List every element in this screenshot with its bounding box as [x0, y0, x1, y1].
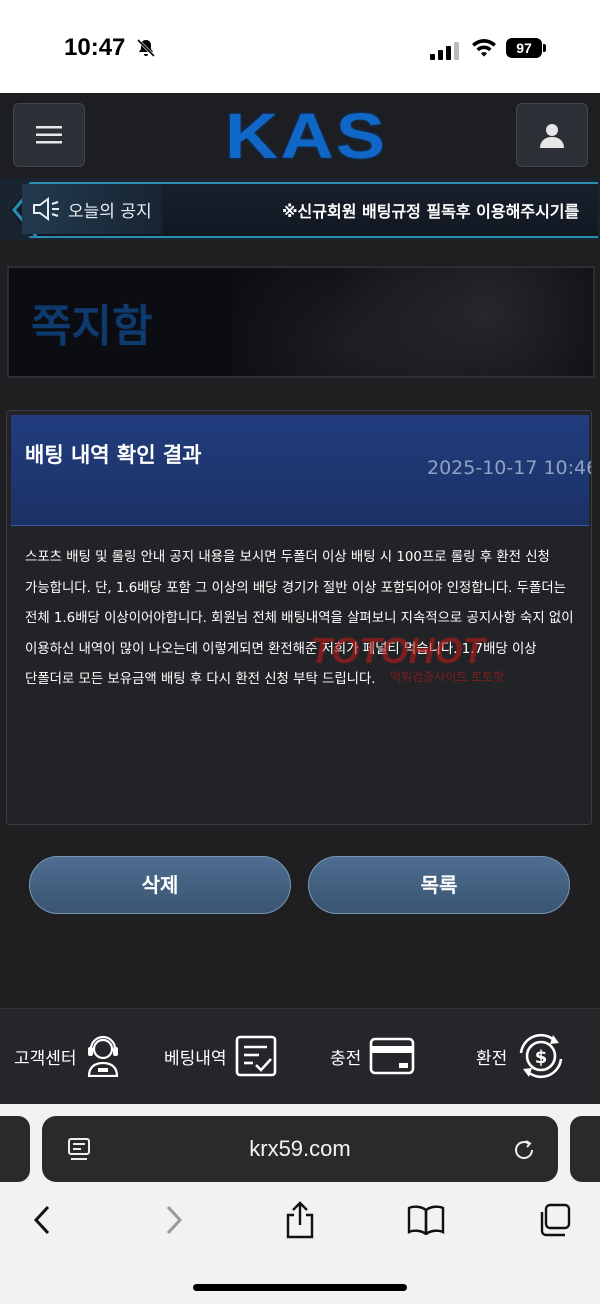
message-date: 2025-10-17 10:46: [427, 457, 592, 479]
tabs-icon: [540, 1203, 571, 1237]
nav-label: 베팅내역: [164, 1048, 227, 1069]
betting-slip-icon: [235, 1035, 276, 1077]
previous-tab-preview[interactable]: [0, 1116, 30, 1182]
nav-item-withdraw[interactable]: 환전 $: [476, 1031, 567, 1081]
site-header: KAS: [0, 93, 600, 178]
notice-label: 오늘의 공지: [68, 201, 152, 222]
site-logo[interactable]: KAS: [225, 101, 387, 171]
nav-item-deposit[interactable]: 충전: [330, 1031, 415, 1081]
home-indicator: [193, 1284, 407, 1291]
reload-icon[interactable]: [512, 1138, 536, 1162]
silent-bell-icon: [136, 38, 156, 58]
nav-item-betting-history[interactable]: 베팅내역: [164, 1031, 277, 1081]
book-icon: [407, 1205, 445, 1235]
nav-item-customer-center[interactable]: 고객센터: [14, 1031, 121, 1081]
page-title: 쪽지함: [31, 301, 153, 352]
card-icon: [369, 1037, 415, 1075]
hamburger-icon: [36, 126, 62, 144]
cell-signal-icon: [430, 40, 460, 60]
tabs-button[interactable]: [534, 1198, 574, 1242]
menu-button[interactable]: [13, 103, 85, 167]
share-button[interactable]: [280, 1198, 320, 1242]
next-tab-preview[interactable]: [570, 1116, 600, 1182]
nav-label: 고객센터: [14, 1048, 77, 1069]
notice-label-box: 오늘의 공지: [22, 184, 162, 234]
status-time: 10:47: [64, 34, 126, 61]
list-button[interactable]: 목록: [308, 856, 570, 914]
bookmarks-button[interactable]: [406, 1198, 446, 1242]
nav-label: 충전: [330, 1048, 362, 1069]
bottom-nav: 고객센터 베팅내역 충전 환전 $: [0, 1008, 600, 1105]
wifi-icon: [472, 39, 496, 57]
message-subject: 배팅 내역 확인 결과: [25, 443, 202, 467]
exchange-coin-icon: $: [519, 1033, 563, 1079]
chevron-right-icon: [166, 1205, 183, 1235]
user-icon: [540, 124, 564, 148]
headset-agent-icon: [87, 1035, 118, 1077]
notice-bar: 오늘의 공지 ※신규회원 배팅규정 필독후 이용해주시기를: [0, 178, 600, 240]
address-bar[interactable]: krx59.com: [42, 1116, 558, 1182]
status-bar: 10:47 97: [0, 0, 600, 93]
delete-button[interactable]: 삭제: [29, 856, 291, 914]
url-text: krx59.com: [249, 1136, 351, 1161]
forward-button[interactable]: [154, 1198, 194, 1242]
message-card: 배팅 내역 확인 결과 2025-10-17 10:46 스포츠 배팅 및 롤링…: [6, 410, 592, 825]
message-header: 배팅 내역 확인 결과 2025-10-17 10:46: [11, 415, 592, 526]
page-banner: 쪽지함: [7, 266, 595, 378]
speaker-icon: [33, 197, 59, 221]
banner-background: [233, 268, 593, 376]
chevron-left-icon: [33, 1205, 50, 1235]
nav-label: 환전: [476, 1048, 508, 1069]
share-icon: [286, 1201, 314, 1239]
user-button[interactable]: [516, 103, 588, 167]
svg-text:$: $: [535, 1047, 548, 1068]
message-body: 스포츠 배팅 및 롤링 안내 공지 내용을 보시면 두폴더 이상 배팅 시 10…: [25, 550, 574, 687]
notice-ticker-text[interactable]: ※신규회원 배팅규정 필독후 이용해주시기를: [282, 198, 579, 222]
back-button[interactable]: [22, 1198, 62, 1242]
battery-indicator: 97: [506, 38, 546, 58]
